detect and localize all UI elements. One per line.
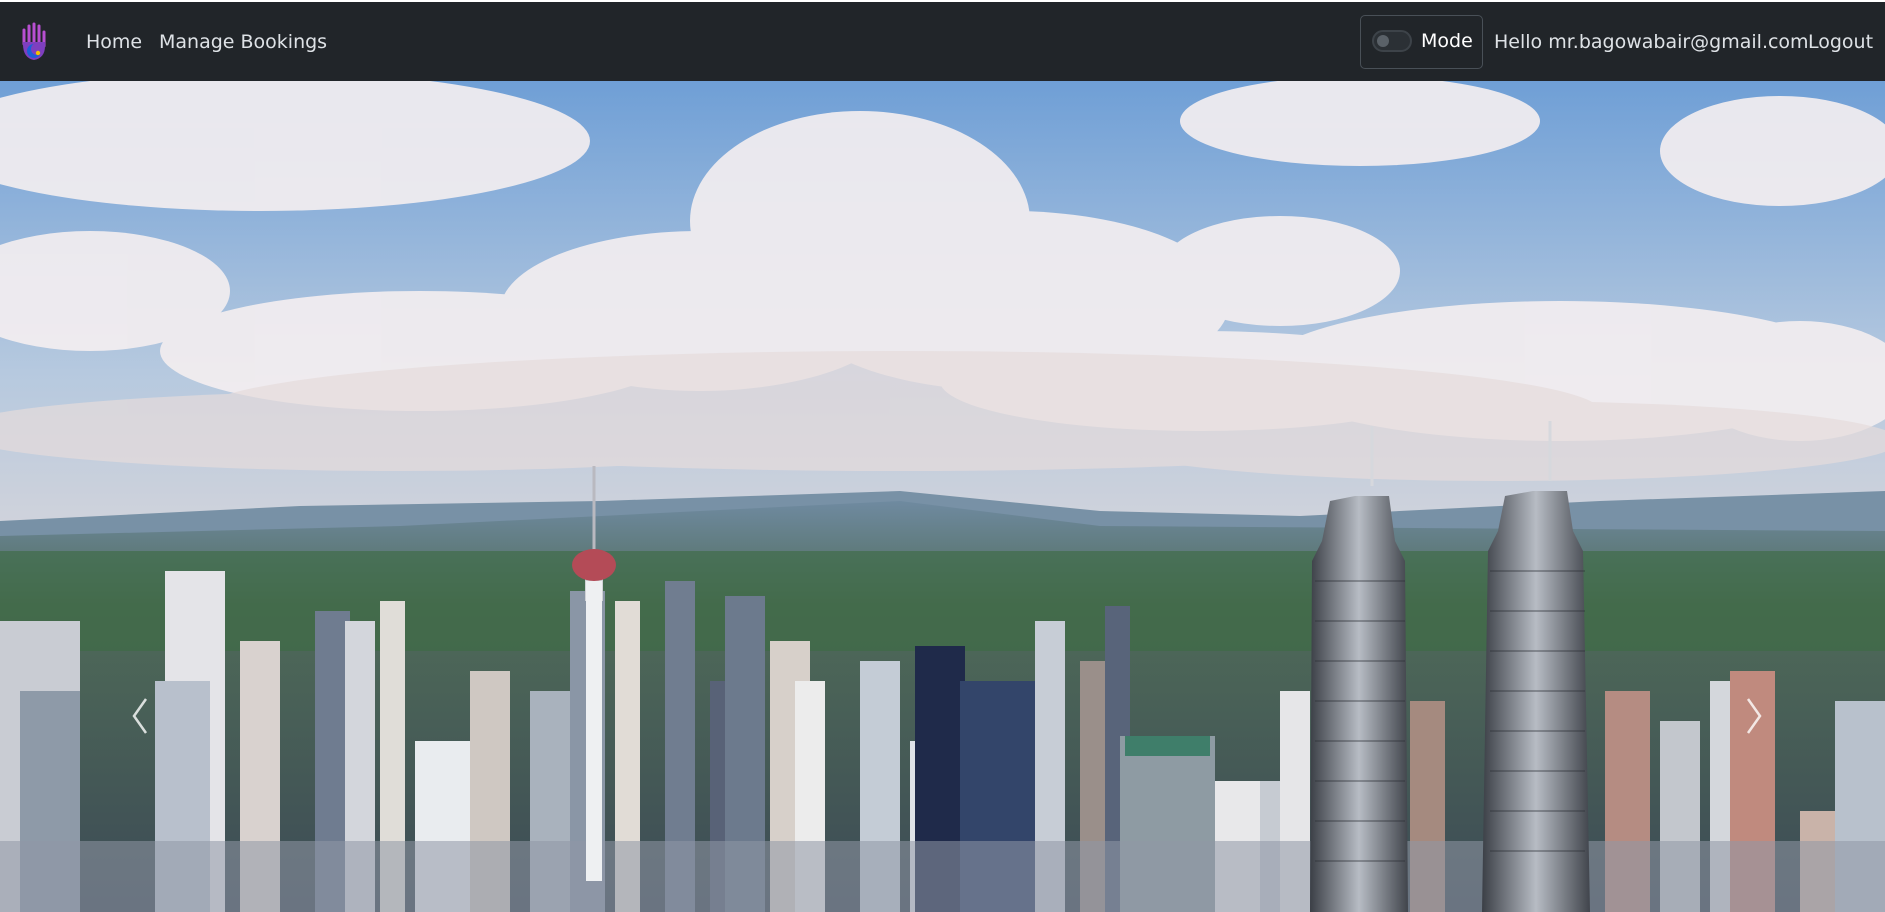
nav-link-manage-bookings[interactable]: Manage Bookings (159, 30, 327, 54)
hero-carousel (0, 81, 1885, 912)
chevron-left-icon (132, 698, 148, 734)
logout-link[interactable]: Logout (1808, 30, 1873, 54)
brand-logo-icon[interactable] (18, 20, 50, 64)
top-navbar: Home Manage Bookings Mode Hello mr.bagow… (0, 0, 1885, 81)
dark-mode-switch[interactable] (1372, 30, 1412, 52)
carousel-prev-button[interactable] (128, 693, 152, 739)
carousel-next-button[interactable] (1742, 693, 1766, 739)
chevron-right-icon (1746, 698, 1762, 734)
user-greeting: Hello mr.bagowabair@gmail.com (1494, 31, 1809, 53)
kuala-lumpur-skyline-photo (0, 81, 1885, 912)
mode-label: Mode (1421, 30, 1473, 52)
nav-link-home[interactable]: Home (86, 30, 142, 54)
mode-toggle-container: Mode (1360, 15, 1483, 69)
switch-knob (1377, 35, 1389, 47)
